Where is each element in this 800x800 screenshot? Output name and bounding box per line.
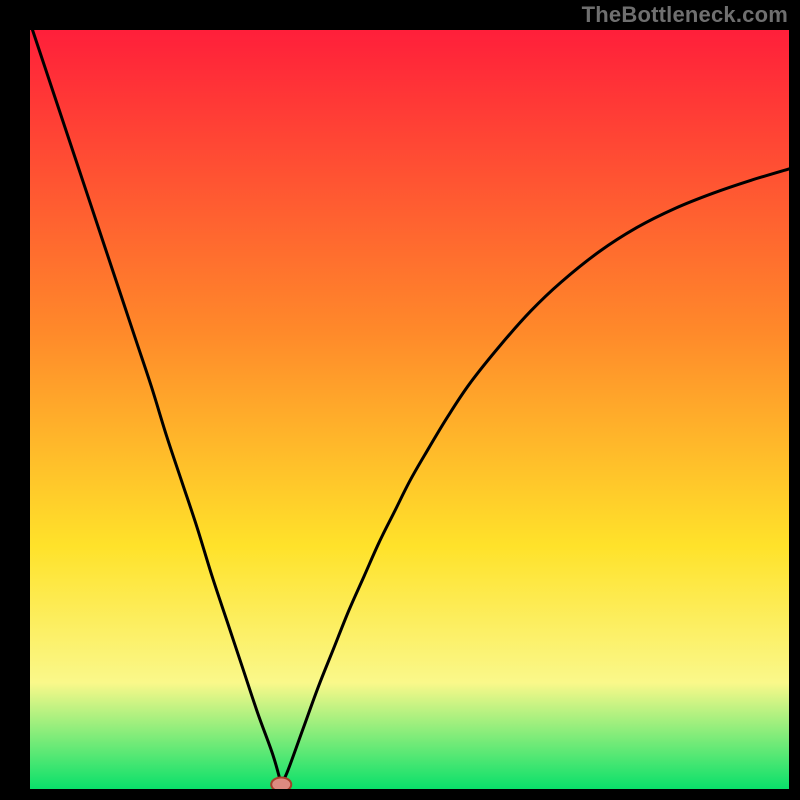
gradient-background	[30, 30, 789, 789]
chart-container: TheBottleneck.com	[0, 0, 800, 800]
optimum-marker	[271, 777, 291, 791]
bottleneck-chart	[0, 0, 800, 800]
